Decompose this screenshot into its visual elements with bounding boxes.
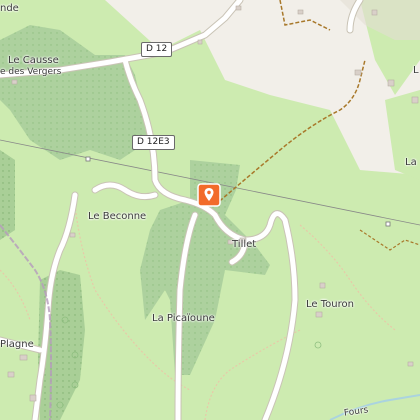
place-label-l-right: L — [413, 65, 419, 76]
road-shield-d12: D 12 — [141, 42, 173, 57]
map-view[interactable]: D 12 D 12E3 Le Causse e des Vergers Le B… — [0, 0, 420, 420]
building — [354, 69, 362, 76]
building — [11, 79, 18, 85]
place-label-plagne: Plagne — [0, 339, 34, 350]
map-pin-icon[interactable] — [197, 183, 221, 207]
building — [7, 371, 15, 378]
building — [319, 282, 326, 289]
building — [297, 9, 304, 15]
building — [387, 79, 395, 87]
place-label-la-right: La — [405, 157, 417, 168]
building — [69, 232, 76, 238]
building — [371, 9, 378, 16]
place-label-le-beconne: Le Beconne — [88, 211, 147, 222]
place-label-le-causse: Le Causse — [8, 55, 59, 66]
building — [235, 5, 242, 11]
road-shield-d12e3: D 12E3 — [132, 135, 175, 150]
place-label-nde: nde — [0, 3, 19, 14]
power-pylon — [385, 221, 391, 227]
place-label-le-touron: Le Touron — [306, 299, 354, 310]
place-label-la-picaioune: La Picaïoune — [152, 313, 215, 324]
building — [29, 394, 37, 402]
building — [411, 96, 419, 104]
building — [407, 361, 414, 367]
building — [197, 39, 203, 45]
map-tiles — [0, 0, 420, 420]
building — [315, 311, 323, 318]
place-label-tillet: Tillet — [232, 239, 257, 250]
building — [19, 354, 28, 361]
street-label-des-vergers: e des Vergers — [0, 67, 62, 77]
power-pylon — [85, 156, 91, 162]
